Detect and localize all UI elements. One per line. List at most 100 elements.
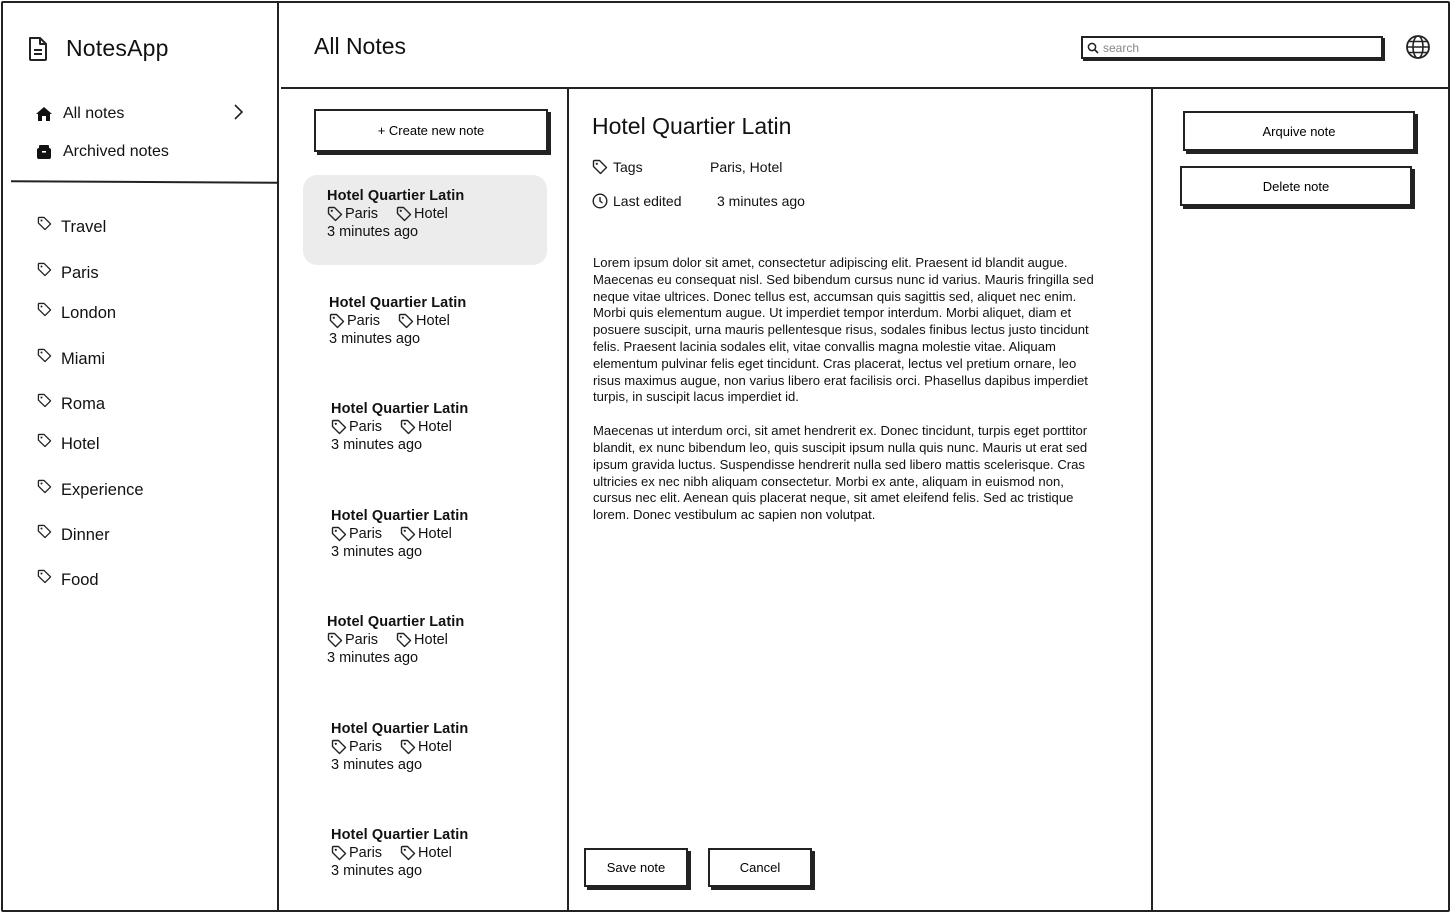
sidebar-tag-label: Hotel [61,435,100,453]
globe-icon[interactable] [1405,34,1431,60]
note-tag: Paris [331,739,382,755]
create-note-button[interactable]: + Create new note [314,109,548,152]
note-card-time: 3 minutes ago [331,863,423,879]
note-tag-label: Paris [349,845,383,861]
note-card-title: Hotel Quartier Latin [331,827,469,843]
note-card-tags: Paris Hotel [329,313,549,329]
tag-icon [592,159,608,175]
note-card-tags: Paris Hotel [331,419,551,435]
nav-archived-notes[interactable]: Archived notes [35,143,255,161]
nav-all-notes[interactable]: All notes [35,104,255,123]
tag-icon [331,526,347,542]
note-tag: Paris [327,632,378,648]
note-card[interactable]: Hotel Quartier Latin Paris Hotel 3 minutes … [307,708,551,798]
tag-icon [398,313,414,329]
note-card[interactable]: Hotel Quartier Latin Paris Hotel 3 minutes … [303,601,547,691]
save-note-button[interactable]: Save note [584,848,688,887]
note-tags-row: Tags Paris, Hotel [592,159,782,175]
sidebar-tag-miami[interactable]: Miami [37,348,105,369]
note-title: Hotel Quartier Latin [592,113,792,139]
note-card-time: 3 minutes ago [327,224,419,240]
sidebar-tag-label: Food [61,571,99,589]
tag-icon [331,845,347,861]
delete-note-button[interactable]: Delete note [1180,166,1412,206]
search-input[interactable] [1103,40,1363,55]
sidebar-divider [10,180,278,184]
note-tag-label: Hotel [418,739,452,755]
note-tag: Paris [329,313,380,329]
note-card-time: 3 minutes ago [331,544,423,560]
sidebar-tag-london[interactable]: London [37,302,116,323]
note-card-tags: Paris Hotel [331,739,551,755]
sidebar-tag-food[interactable]: Food [37,569,99,590]
sidebar-tag-experience[interactable]: Experience [37,479,144,500]
note-tag-label: Paris [347,313,381,329]
note-tag-label: Paris [349,419,383,435]
note-tag: Hotel [400,419,452,435]
search-box[interactable] [1081,36,1383,59]
note-card[interactable]: Hotel Quartier Latin Paris Hotel 3 minutes … [307,388,551,478]
note-card-title: Hotel Quartier Latin [331,401,469,417]
tag-icon [400,845,416,861]
tag-icon [37,348,52,363]
tag-icon [37,216,52,231]
note-card[interactable]: Hotel Quartier Latin Paris Hotel 3 minutes … [307,495,551,585]
archive-note-button[interactable]: Arquive note [1183,111,1415,151]
note-tag: Paris [327,206,378,222]
tag-icon [37,302,52,317]
note-tag-label: Hotel [418,845,452,861]
sidebar-tag-hotel[interactable]: Hotel [37,433,100,454]
archive-icon [37,145,51,159]
document-icon [29,36,47,61]
tag-icon [329,313,345,329]
note-actions-panel: Arquive note Delete note [1155,89,1448,910]
nav-all-notes-label: All notes [63,105,125,122]
chevron-right-icon [234,104,244,120]
tag-icon [37,262,52,277]
app-name: NotesApp [66,35,169,61]
note-tag-label: Paris [345,632,379,648]
note-tag: Hotel [400,526,452,542]
note-card[interactable]: Hotel Quartier Latin Paris Hotel 3 minutes … [303,175,547,265]
note-tag: Hotel [398,313,450,329]
sidebar-tag-roma[interactable]: Roma [37,393,106,414]
note-card-tags: Paris Hotel [327,632,547,648]
page-title: All Notes [314,33,407,59]
note-tag: Hotel [396,632,448,648]
note-body[interactable]: Lorem ipsum dolor sit amet, consectetur … [593,255,1095,541]
header: All Notes [281,3,1448,89]
note-card[interactable]: Hotel Quartier Latin Paris Hotel 3 minutes … [307,814,551,904]
note-card-tags: Paris Hotel [331,845,551,861]
sidebar-tag-label: Experience [61,481,144,499]
clock-icon [592,193,608,209]
tag-icon [37,393,52,408]
last-edited-value: 3 minutes ago [717,193,805,209]
cancel-button[interactable]: Cancel [708,848,812,887]
sidebar-tag-label: Roma [61,395,106,413]
sidebar-tag-dinner[interactable]: Dinner [37,524,110,545]
note-paragraph: Lorem ipsum dolor sit amet, consectetur … [593,255,1094,405]
note-card-title: Hotel Quartier Latin [327,614,465,630]
tag-icon [400,739,416,755]
home-icon [36,107,52,121]
sidebar-tag-paris[interactable]: Paris [37,262,99,283]
note-card-time: 3 minutes ago [331,437,423,453]
note-tag-label: Hotel [418,526,452,542]
tag-icon [400,419,416,435]
note-tag-label: Paris [349,526,383,542]
tag-icon [327,632,343,648]
tags-label: Tags [613,159,643,175]
note-tag: Paris [331,526,382,542]
tag-icon [396,632,412,648]
note-card-tags: Paris Hotel [327,206,547,222]
note-card[interactable]: Hotel Quartier Latin Paris Hotel 3 minutes … [305,282,549,372]
note-detail-panel: Hotel Quartier Latin Tags Paris, Hotel L… [571,89,1153,910]
note-card-time: 3 minutes ago [329,331,421,347]
notes-list-panel: + Create new note Hotel Quartier Latin Pa… [281,89,569,910]
search-icon [1087,42,1099,54]
tag-icon [331,419,347,435]
note-paragraph: Maecenas ut interdum orci, sit amet hend… [593,423,1088,523]
tag-icon [37,524,52,539]
note-tag-label: Hotel [414,632,448,648]
sidebar-tag-travel[interactable]: Travel [37,216,106,237]
